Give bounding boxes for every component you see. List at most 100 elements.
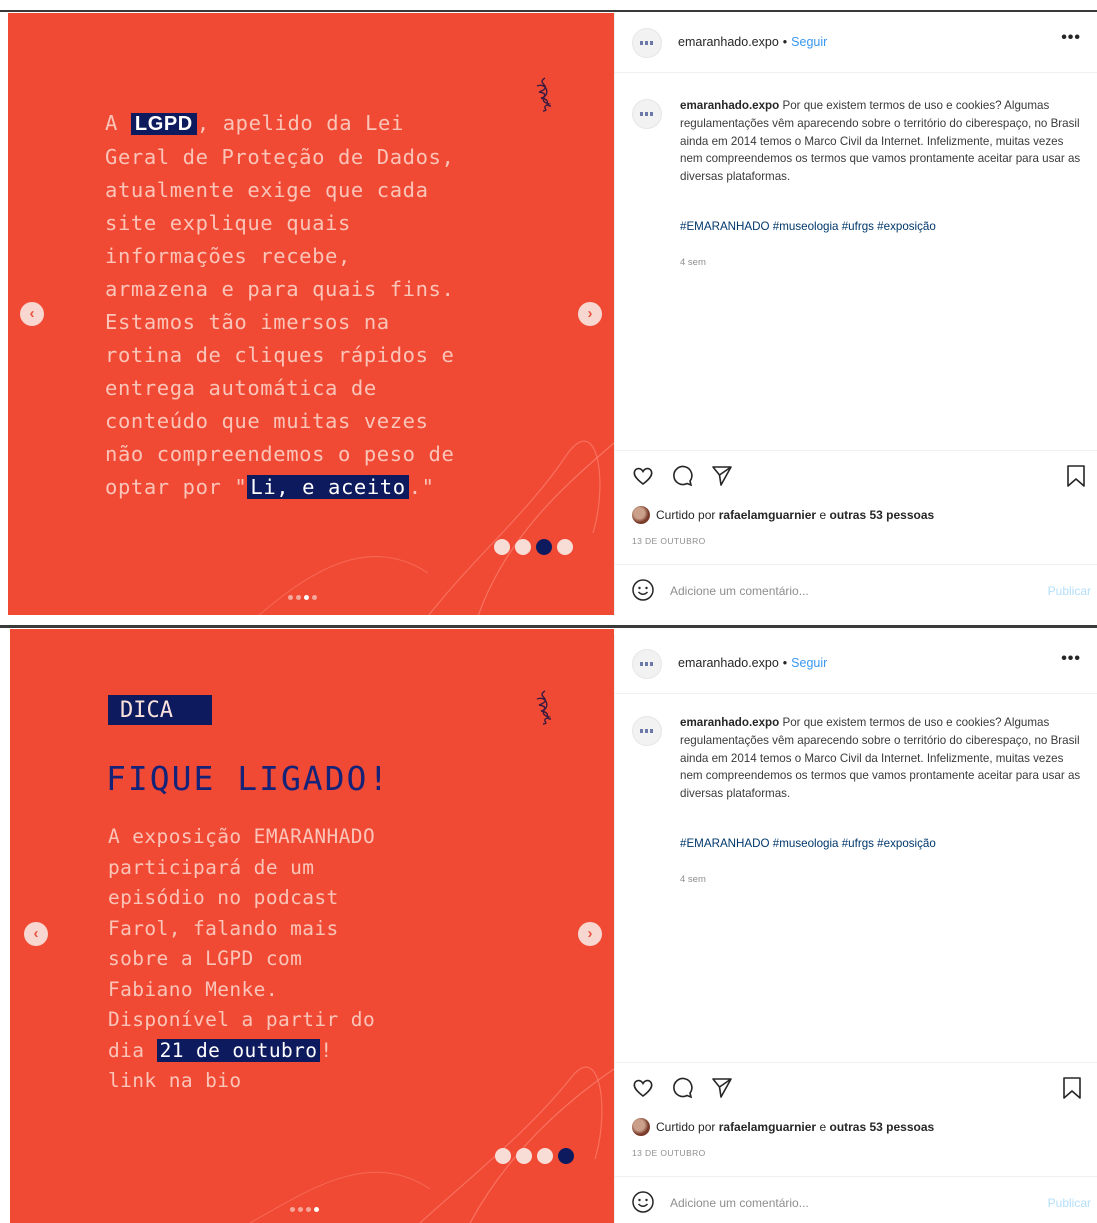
liker-avatar[interactable] xyxy=(632,506,650,524)
caption-username[interactable]: emaranhado.expo xyxy=(680,99,779,112)
slide-body-text: A exposição EMARANHADO participará de um… xyxy=(108,822,375,1097)
post-age: 4 sem xyxy=(680,874,706,885)
share-icon[interactable] xyxy=(710,464,734,488)
publish-button[interactable]: Publicar xyxy=(1048,1196,1091,1210)
slide-line: participará de um xyxy=(108,855,315,879)
username-link[interactable]: emaranhado.expo xyxy=(678,35,779,49)
squiggle-logo-icon xyxy=(536,77,552,112)
window-top-border xyxy=(0,0,1097,12)
chevron-right-icon[interactable]: › xyxy=(578,922,602,946)
liker-username[interactable]: rafaelamguarnier xyxy=(719,508,816,522)
bookmark-icon[interactable] xyxy=(1065,464,1087,488)
follow-button[interactable]: Seguir xyxy=(791,656,827,670)
carousel-indicator xyxy=(288,595,317,600)
slide-line: entrega automática de xyxy=(105,376,377,400)
post-side-panel: emaranhado.expo • Seguir ••• emaranhado.ex… xyxy=(614,634,1097,1223)
separator-dot: • xyxy=(782,35,788,49)
liker-avatar[interactable] xyxy=(632,1118,650,1136)
carousel-dot xyxy=(312,595,317,600)
header-user: emaranhado.expo • Seguir xyxy=(678,656,827,670)
likes-summary: Curtido por rafaelamguarnier e outras 53… xyxy=(632,1118,934,1136)
post-date: 13 DE OUTUBRO xyxy=(632,1148,706,1158)
slide-line: Farol, falando mais xyxy=(108,916,339,940)
comment-input[interactable]: Adicione um comentário... xyxy=(670,584,809,598)
smile-icon[interactable] xyxy=(631,1190,655,1214)
header-user: emaranhado.expo • Seguir xyxy=(678,35,827,49)
slide-line: Fabiano Menke. xyxy=(108,977,278,1001)
smile-icon[interactable] xyxy=(631,578,655,602)
carousel-dot xyxy=(290,1207,295,1212)
carousel-slide: A LGPD, apelido da Lei Geral de Proteção… xyxy=(8,13,614,616)
slide-line: dia 21 de outubro! xyxy=(108,1038,333,1062)
page-dot xyxy=(495,1148,511,1164)
chevron-left-icon[interactable]: ‹ xyxy=(24,922,48,946)
chevron-left-icon[interactable]: ‹ xyxy=(20,302,44,326)
comment-box: Adicione um comentário... Publicar xyxy=(615,564,1097,616)
action-bar xyxy=(615,1062,1097,1118)
slide-line: Geral de Proteção de Dados, xyxy=(105,145,455,169)
avatar[interactable] xyxy=(632,716,662,746)
heart-icon[interactable] xyxy=(631,464,655,488)
page-dot xyxy=(494,539,510,555)
carousel-indicator xyxy=(290,1207,319,1212)
carousel-dot xyxy=(298,1207,303,1212)
slide-line: informações recebe, xyxy=(105,244,351,268)
username-link[interactable]: emaranhado.expo xyxy=(678,656,779,670)
likes-summary: Curtido por rafaelamguarnier e outras 53… xyxy=(632,506,934,524)
bookmark-icon[interactable] xyxy=(1061,1076,1083,1100)
publish-button[interactable]: Publicar xyxy=(1048,584,1091,598)
post-side-panel: emaranhado.expo • Seguir ••• emaranhado.ex… xyxy=(614,13,1097,616)
avatar[interactable] xyxy=(632,28,662,58)
caption-username[interactable]: emaranhado.expo xyxy=(680,716,779,729)
hashtags[interactable]: #EMARANHADO #museologia #ufrgs #exposiçã… xyxy=(680,837,936,850)
comment-icon[interactable] xyxy=(670,464,694,488)
post-age: 4 sem xyxy=(680,257,706,268)
separator-dot: • xyxy=(782,656,788,670)
likes-text: Curtido por rafaelamguarnier e outras 53… xyxy=(656,508,935,522)
slide-title: FIQUE LIGADO! xyxy=(106,759,391,798)
more-icon[interactable]: ••• xyxy=(1061,650,1081,668)
highlight-lgpd: LGPD xyxy=(130,113,197,135)
chevron-right-icon[interactable]: › xyxy=(578,302,602,326)
page-dot xyxy=(516,1148,532,1164)
slide-line: link na bio xyxy=(108,1069,242,1092)
follow-button[interactable]: Seguir xyxy=(791,35,827,49)
slide-page-dots xyxy=(494,539,573,555)
avatar[interactable] xyxy=(632,649,662,679)
comment-icon[interactable] xyxy=(670,1076,694,1100)
slide-page-dots xyxy=(495,1148,574,1164)
post-date: 13 DE OUTUBRO xyxy=(632,536,706,546)
slide-line: sobre a LGPD com xyxy=(108,947,303,970)
highlight-date: 21 de outubro xyxy=(156,1038,321,1062)
heart-icon[interactable] xyxy=(631,1076,655,1100)
slide-line: rotina de cliques rápidos e xyxy=(105,343,455,367)
liker-username[interactable]: rafaelamguarnier xyxy=(719,1120,816,1134)
post-1: A LGPD, apelido da Lei Geral de Proteção… xyxy=(0,0,1097,617)
share-icon[interactable] xyxy=(710,1076,734,1100)
caption-text: emaranhado.expo Por que existem termos d… xyxy=(680,714,1083,803)
page-dot-active xyxy=(558,1148,574,1164)
hashtags[interactable]: #EMARANHADO #museologia #ufrgs #exposiçã… xyxy=(680,220,936,233)
slide-line: Estamos tão imersos na xyxy=(105,310,390,334)
post-2: DICA FIQUE LIGADO! A exposição EMARANHAD… xyxy=(0,623,1097,1223)
slide-line: não compreendemos o peso de xyxy=(105,442,455,466)
likes-others[interactable]: outras 53 pessoas xyxy=(829,508,934,522)
slide-body-text: A LGPD, apelido da Lei Geral de Proteção… xyxy=(105,107,454,504)
highlight-li-e-aceito: Li, e aceito xyxy=(247,475,409,499)
slide-line: armazena e para quais fins. xyxy=(105,277,455,301)
carousel-dot xyxy=(296,595,301,600)
page-dot xyxy=(557,539,573,555)
avatar[interactable] xyxy=(632,99,662,129)
slide-line: site explique quais xyxy=(105,211,351,235)
post-header: emaranhado.expo • Seguir ••• xyxy=(615,634,1097,694)
carousel-dot-active xyxy=(304,595,309,600)
carousel-slide: DICA FIQUE LIGADO! A exposição EMARANHAD… xyxy=(10,629,614,1223)
slide-line: A exposição EMARANHADO xyxy=(108,825,376,848)
likes-others[interactable]: outras 53 pessoas xyxy=(829,1120,934,1134)
slide-line: Disponível a partir do xyxy=(108,1008,376,1031)
slide-line: conteúdo que muitas vezes xyxy=(105,409,429,433)
tag-dica: DICA xyxy=(108,695,212,725)
slide-line: atualmente exige que cada xyxy=(105,178,429,202)
more-icon[interactable]: ••• xyxy=(1061,29,1081,47)
comment-input[interactable]: Adicione um comentário... xyxy=(670,1196,809,1210)
